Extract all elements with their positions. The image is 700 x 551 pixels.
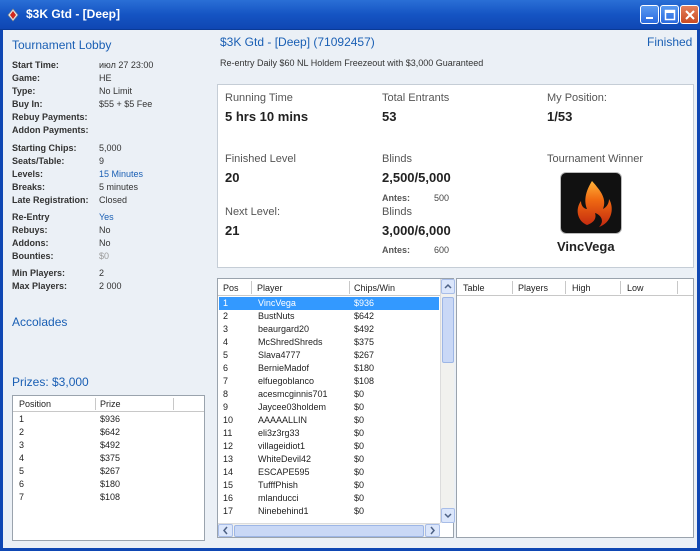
scroll-left-button[interactable] [218, 524, 233, 537]
close-button[interactable] [680, 5, 699, 24]
detail-min-players: Min Players: 2 [12, 268, 105, 278]
chevron-up-icon [444, 283, 452, 289]
close-icon [685, 10, 695, 20]
detail-type: Type: No Limit [12, 86, 133, 96]
maximize-button[interactable] [660, 5, 679, 24]
column-header-pos[interactable]: Pos [223, 283, 239, 293]
detail-re-entry: Re-Entry Yes [12, 212, 114, 222]
detail-start-time: Start Time: июл 27 23:00 [12, 60, 154, 70]
player-row[interactable]: 13 WhiteDevil42 $0 [219, 453, 439, 466]
prize-row: 3 $492 [19, 440, 121, 450]
scroll-down-button[interactable] [441, 508, 455, 523]
player-row[interactable]: 10 AAAAALLIN $0 [219, 414, 439, 427]
detail-max-players: Max Players: 2 000 [12, 281, 122, 291]
player-row[interactable]: 4 McShredShreds $375 [219, 336, 439, 349]
next-antes-stat: Antes: 600 [382, 245, 450, 255]
detail-levels: Levels: 15 Minutes [12, 169, 144, 179]
detail-game: Game: HE [12, 73, 112, 83]
detail-rebuy-payments: Rebuy Payments: [12, 112, 88, 122]
column-header-table[interactable]: Table [463, 283, 485, 293]
detail-bounties: Bounties: $0 [12, 251, 110, 261]
player-row[interactable]: 2 BustNuts $642 [219, 310, 439, 323]
antes-stat: Antes: 500 [382, 193, 450, 203]
column-header-high[interactable]: High [572, 283, 591, 293]
chevron-down-icon [444, 513, 452, 519]
title-bar: $3K Gtd - [Deep] [0, 0, 700, 30]
players-scroll-thumb[interactable] [442, 297, 454, 363]
flame-icon [577, 181, 612, 227]
levels-link[interactable]: 15 Minutes [99, 169, 143, 179]
prize-row: 5 $267 [19, 466, 121, 476]
prize-row: 6 $180 [19, 479, 121, 489]
column-header-prize[interactable]: Prize [100, 399, 121, 409]
players-table: Pos Player Chips/Win 1 VincVega $936 2 Bust… [217, 278, 455, 538]
player-row[interactable]: 8 acesmcginnis701 $0 [219, 388, 439, 401]
prizes-title: Prizes: $3,000 [12, 375, 89, 389]
winner-avatar [560, 172, 622, 234]
prize-table-header: Position Prize [13, 396, 204, 412]
prize-row: 7 $108 [19, 492, 121, 502]
player-row[interactable]: 5 Slava4777 $267 [219, 349, 439, 362]
app-logo-icon [7, 8, 19, 22]
players-horizontal-scrollbar[interactable] [218, 523, 440, 537]
maximize-icon [664, 9, 676, 21]
accolades-link[interactable]: Accolades [12, 315, 67, 329]
detail-breaks: Breaks: 5 minutes [12, 182, 139, 192]
minimize-icon [646, 17, 653, 19]
detail-addon-payments: Addon Payments: [12, 125, 89, 135]
column-header-player[interactable]: Player [257, 283, 283, 293]
prize-table: Position Prize 1 $936 2 $642 3 $492 4 $375 5… [12, 395, 205, 541]
player-row[interactable]: 9 Jaycee03holdem $0 [219, 401, 439, 414]
detail-seats-table: Seats/Table: 9 [12, 156, 105, 166]
player-row[interactable]: 1 VincVega $936 [219, 297, 439, 310]
detail-starting-chips: Starting Chips: 5,000 [12, 143, 122, 153]
detail-late-registration: Late Registration: Closed [12, 195, 128, 205]
detail-addons: Addons: No [12, 238, 111, 248]
minimize-button[interactable] [640, 5, 659, 24]
player-row[interactable]: 12 villageidiot1 $0 [219, 440, 439, 453]
column-header-players[interactable]: Players [518, 283, 548, 293]
players-vertical-scrollbar[interactable] [440, 279, 455, 523]
player-row[interactable]: 14 ESCAPE595 $0 [219, 466, 439, 479]
player-row[interactable]: 6 BernieMadof $180 [219, 362, 439, 375]
tables-list: Table Players High Low [456, 278, 694, 538]
detail-rebuys: Rebuys: No [12, 225, 111, 235]
tournament-status: Finished [647, 35, 693, 49]
chevron-left-icon [223, 526, 228, 535]
scroll-right-button[interactable] [425, 524, 440, 537]
prize-row: 4 $375 [19, 453, 121, 463]
column-header-low[interactable]: Low [627, 283, 644, 293]
player-row[interactable]: 11 eli3z3rg33 $0 [219, 427, 439, 440]
winner-name: VincVega [557, 239, 615, 254]
players-table-header: Pos Player Chips/Win [218, 279, 440, 296]
player-row[interactable]: 15 TufffPhish $0 [219, 479, 439, 492]
player-row[interactable]: 7 elfuegoblanco $108 [219, 375, 439, 388]
detail-buy-in: Buy In: $55 + $5 Fee [12, 99, 153, 109]
player-row[interactable]: 17 Ninebehind1 $0 [219, 505, 439, 518]
column-header-position[interactable]: Position [19, 399, 51, 409]
tables-list-header: Table Players High Low [457, 279, 693, 296]
prize-row: 1 $936 [19, 414, 121, 424]
player-row[interactable]: 3 beaurgard20 $492 [219, 323, 439, 336]
window-title: $3K Gtd - [Deep] [26, 7, 121, 21]
prize-row: 2 $642 [19, 427, 121, 437]
tournament-description: Re-entry Daily $60 NL Holdem Freezeout w… [220, 58, 484, 68]
lobby-title: Tournament Lobby [12, 38, 112, 52]
scroll-up-button[interactable] [441, 279, 455, 294]
tournament-heading: $3K Gtd - [Deep] (71092457) [220, 35, 375, 49]
re-entry-link[interactable]: Yes [99, 212, 114, 222]
column-header-chips-win[interactable]: Chips/Win [354, 283, 395, 293]
chevron-right-icon [430, 526, 435, 535]
player-row[interactable]: 16 mlanducci $0 [219, 492, 439, 505]
players-hscroll-thumb[interactable] [234, 525, 424, 537]
